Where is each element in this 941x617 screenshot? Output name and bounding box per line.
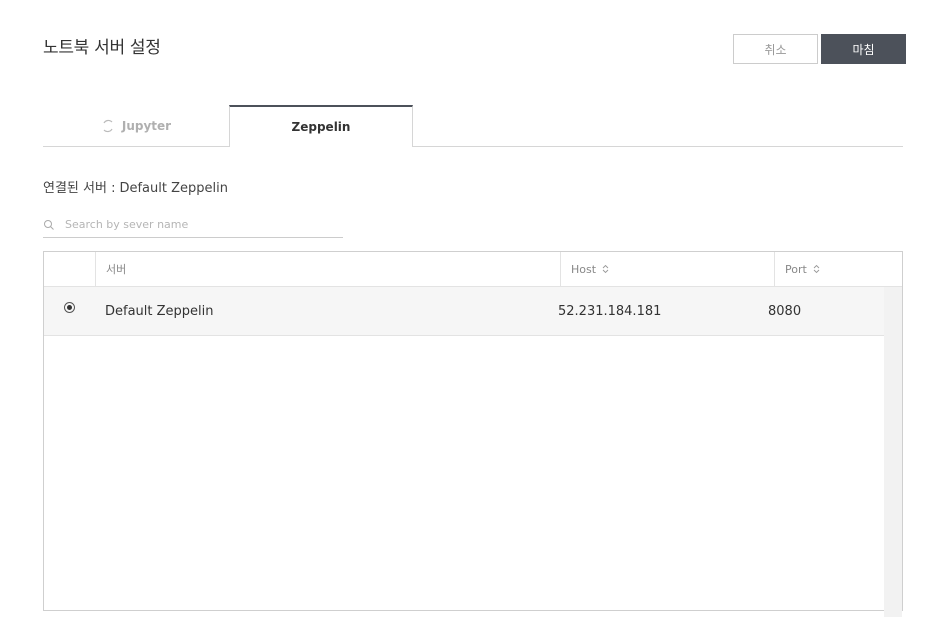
column-header-port[interactable]: Port bbox=[774, 252, 902, 286]
select-column-header bbox=[44, 252, 95, 286]
connected-server: 연결된 서버 : Default Zeppelin bbox=[43, 177, 228, 196]
column-header-host-label: Host bbox=[571, 262, 597, 276]
tab-zeppelin[interactable]: Zeppelin bbox=[229, 105, 413, 147]
tab-jupyter[interactable]: Jupyter bbox=[43, 105, 229, 147]
column-header-server: 서버 bbox=[95, 252, 560, 286]
search-box bbox=[43, 212, 343, 238]
column-header-server-label: 서버 bbox=[106, 263, 127, 276]
column-header-host[interactable]: Host bbox=[560, 252, 774, 286]
search-icon bbox=[44, 220, 54, 230]
server-table: 서버 Host Port Default Zeppelin 52.231.184… bbox=[43, 251, 903, 617]
column-header-port-label: Port bbox=[785, 262, 807, 276]
connected-server-label: 연결된 서버 : bbox=[43, 181, 116, 196]
done-button[interactable]: 마침 bbox=[821, 34, 906, 64]
table-header: 서버 Host Port bbox=[44, 252, 902, 287]
row-radio-button[interactable] bbox=[64, 302, 75, 313]
port-cell: 8080 bbox=[768, 303, 802, 319]
sort-icon bbox=[602, 264, 609, 274]
scrollbar[interactable] bbox=[884, 287, 902, 617]
cancel-button[interactable]: 취소 bbox=[733, 34, 818, 64]
search-input[interactable] bbox=[65, 214, 335, 234]
connected-server-value: Default Zeppelin bbox=[119, 181, 228, 196]
table-row[interactable]: Default Zeppelin 52.231.184.181 8080 bbox=[44, 287, 884, 336]
tab-jupyter-label: Jupyter bbox=[121, 119, 172, 133]
host-cell: 52.231.184.181 bbox=[558, 303, 662, 319]
page-title: 노트북 서버 설정 bbox=[43, 38, 161, 58]
sort-icon bbox=[813, 264, 820, 274]
server-name-cell: Default Zeppelin bbox=[105, 303, 214, 319]
spinner-icon bbox=[103, 119, 113, 133]
tab-zeppelin-label: Zeppelin bbox=[291, 120, 351, 134]
